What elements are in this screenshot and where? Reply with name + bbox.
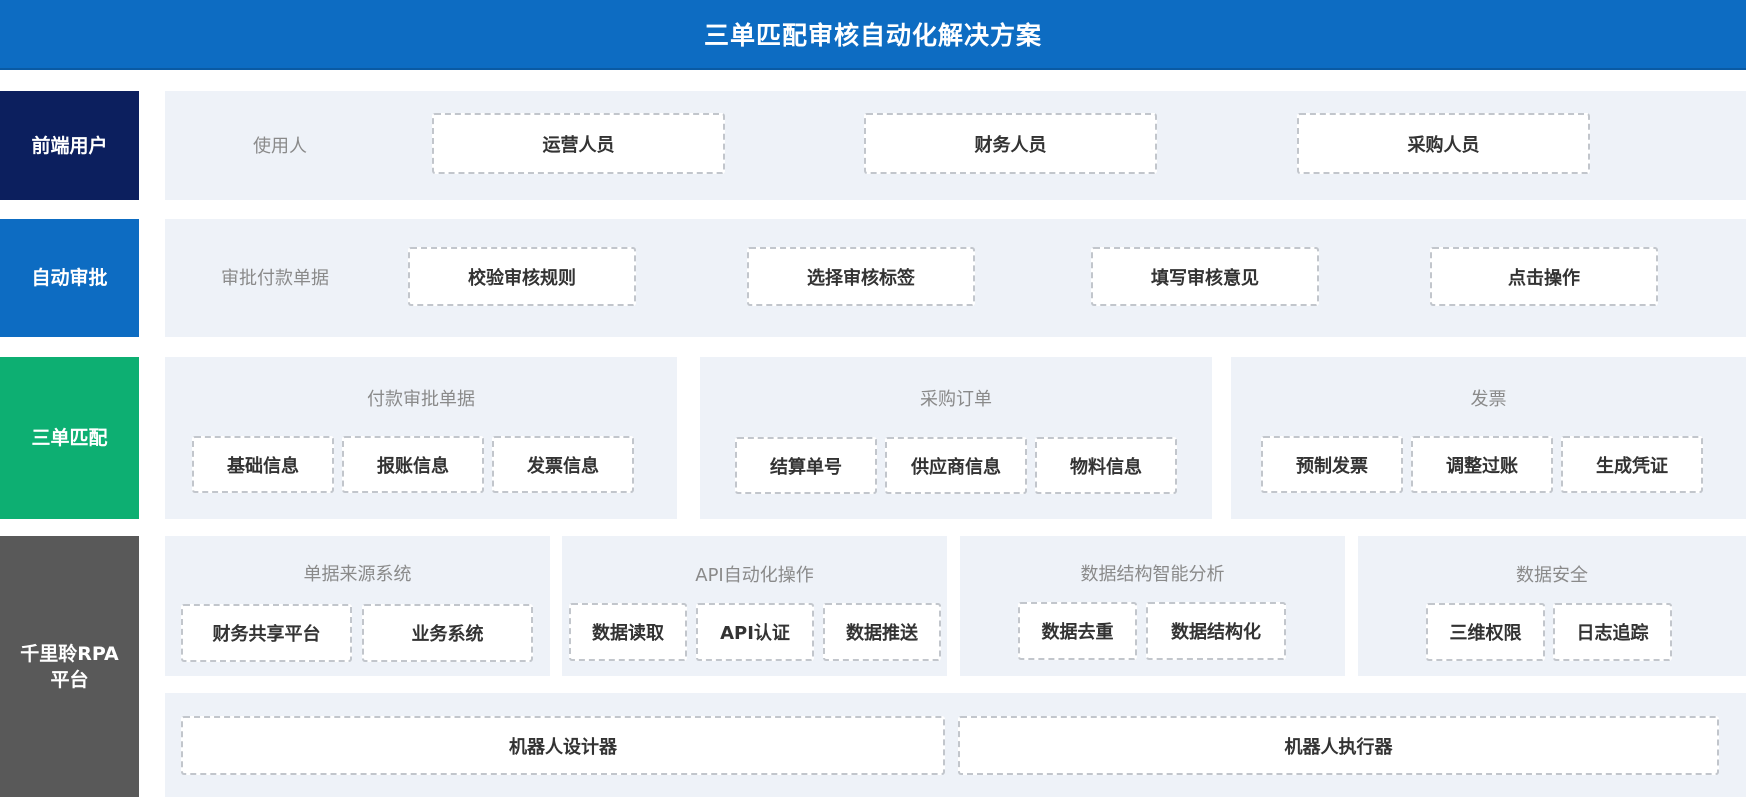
rpa-box-structuring: 数据结构化 (1146, 602, 1286, 660)
row-label-rpa-platform: 千里聆RPA 平台 (0, 536, 139, 797)
match-group-payment-title: 付款审批单据 (367, 389, 475, 410)
rpa-box-business-system: 业务系统 (362, 604, 533, 662)
auto-approval-caption: 审批付款单据 (221, 268, 329, 289)
rpa-box-robot-executor: 机器人执行器 (958, 716, 1719, 775)
rpa-box-data-read: 数据读取 (569, 603, 687, 661)
row-label-frontend-users: 前端用户 (0, 91, 139, 200)
rpa-group-source-systems-title: 单据来源系统 (303, 564, 412, 585)
rpa-box-dedup: 数据去重 (1018, 602, 1137, 660)
approval-box-click-action: 点击操作 (1430, 247, 1658, 306)
match-box-supplier-info: 供应商信息 (885, 437, 1027, 494)
frontend-users-caption: 使用人 (253, 136, 307, 157)
rpa-box-log-tracking: 日志追踪 (1553, 603, 1672, 661)
match-box-adjust-posting: 调整过账 (1411, 436, 1553, 493)
rpa-group-api-automation-title: API自动化操作 (695, 565, 814, 586)
approval-box-check-rules: 校验审核规则 (408, 247, 636, 306)
row-label-three-way-match: 三单匹配 (0, 357, 139, 519)
match-box-basic-info: 基础信息 (192, 436, 334, 493)
match-box-preset-invoice: 预制发票 (1261, 436, 1403, 493)
approval-box-write-opinion: 填写审核意见 (1091, 247, 1319, 306)
rpa-box-robot-designer: 机器人设计器 (181, 716, 945, 775)
match-group-invoice-title: 发票 (1470, 389, 1507, 410)
rpa-box-data-push: 数据推送 (823, 603, 941, 661)
approval-box-select-tags: 选择审核标签 (747, 247, 975, 306)
row-label-auto-approval: 自动审批 (0, 219, 139, 337)
user-box-procurement: 采购人员 (1297, 113, 1590, 174)
user-box-finance: 财务人员 (864, 113, 1157, 174)
match-box-settlement-no: 结算单号 (735, 437, 877, 494)
user-box-operations: 运营人员 (432, 113, 725, 174)
rpa-group-data-security-title: 数据安全 (1516, 565, 1588, 586)
match-box-reimburse-info: 报账信息 (342, 436, 484, 493)
rpa-box-finance-sharing: 财务共享平台 (181, 604, 352, 662)
rpa-box-api-auth: API认证 (696, 603, 814, 661)
rpa-group-data-analysis-title: 数据结构智能分析 (1080, 564, 1225, 585)
match-box-material-info: 物料信息 (1035, 437, 1177, 494)
rpa-box-3d-permission: 三维权限 (1426, 603, 1545, 661)
match-box-generate-voucher: 生成凭证 (1561, 436, 1703, 493)
match-box-invoice-info: 发票信息 (492, 436, 634, 493)
page-title: 三单匹配审核自动化解决方案 (0, 0, 1746, 70)
match-group-purchase-order-title: 采购订单 (920, 389, 992, 410)
